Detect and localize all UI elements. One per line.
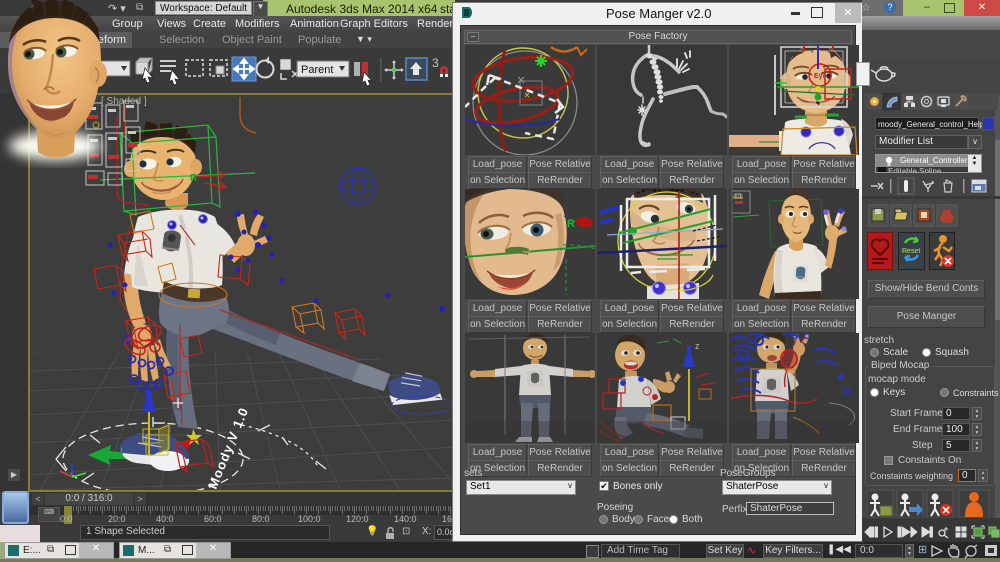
svg-text:Reset: Reset	[902, 248, 920, 255]
svg-text:Parent: Parent	[301, 64, 333, 76]
svg-text:Eye: Eye	[814, 73, 827, 80]
svg-text:Moody V 1.0: Moody V 1.0	[205, 405, 251, 490]
svg-text:R: R	[190, 173, 198, 184]
svg-text:R: R	[567, 218, 575, 230]
svg-text:3: 3	[432, 56, 439, 70]
svg-text:MPG: MPG	[732, 195, 744, 201]
